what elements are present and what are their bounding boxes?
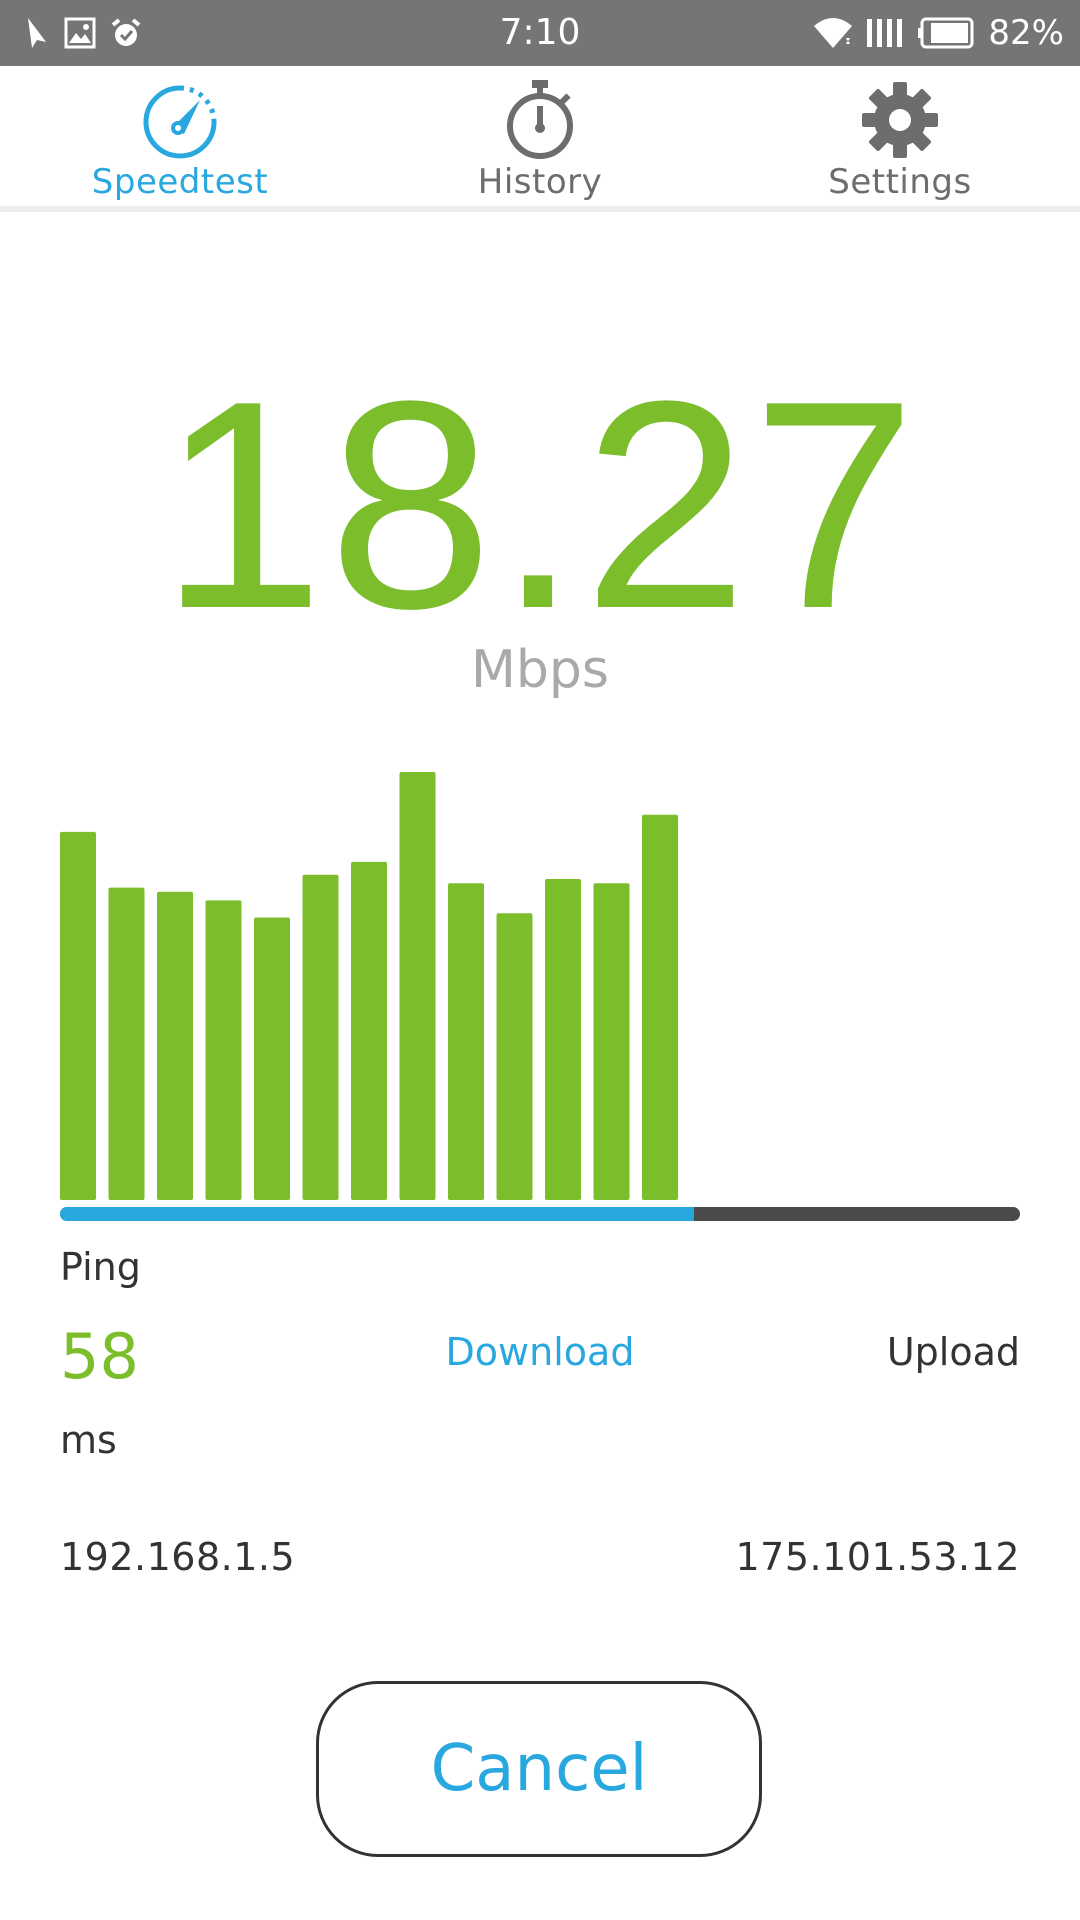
chart-bar-7	[351, 861, 387, 1200]
speed-unit: Mbps	[471, 640, 609, 700]
speed-value: 18.27	[159, 339, 921, 670]
chart-bar-6	[302, 874, 339, 1200]
tab-label-speedtest: Speedtest	[91, 162, 269, 202]
chart-bar-4	[205, 900, 242, 1200]
test-progress-fill	[60, 1207, 694, 1221]
chart-bar-11	[545, 879, 581, 1200]
speed-chart	[60, 740, 1020, 1200]
chart-bar-2	[108, 887, 145, 1200]
tab-speedtest[interactable]: Speedtest	[0, 66, 360, 206]
gear-icon	[858, 78, 942, 162]
signal-icon	[866, 17, 906, 49]
ping-label: Ping	[60, 1245, 141, 1289]
chart-bar-5	[254, 917, 290, 1200]
tab-bar: Speedtest History Settings	[0, 66, 1080, 212]
local-ip: 192.168.1.5	[60, 1535, 296, 1579]
tab-settings[interactable]: Settings	[720, 66, 1080, 206]
upload-label: Upload	[886, 1330, 1020, 1374]
battery-icon	[918, 17, 976, 49]
speedtest-screen: 7:10 82% Speedtest History Settings 18.2…	[0, 0, 1080, 1920]
tab-history[interactable]: History	[360, 66, 720, 206]
wifi-icon	[812, 16, 854, 50]
chart-bar-3	[157, 891, 193, 1200]
tab-label-history: History	[477, 162, 603, 202]
server-ip: 175.101.53.12	[735, 1535, 1020, 1579]
chart-bar-9	[448, 883, 484, 1200]
chart-bar-8	[399, 772, 436, 1200]
chart-bar-1	[60, 831, 96, 1200]
chart-bar-13	[642, 814, 678, 1200]
speedometer-icon	[138, 78, 222, 162]
chart-bar-12	[593, 883, 630, 1200]
tab-label-settings: Settings	[828, 162, 972, 202]
speed-chart-svg	[60, 772, 678, 1200]
battery-percent: 82%	[988, 13, 1064, 53]
test-progress-track	[60, 1207, 1020, 1221]
stopwatch-icon	[502, 78, 578, 162]
cancel-button[interactable]: Cancel	[316, 1681, 762, 1857]
status-right-icons: 82%	[812, 0, 1064, 66]
ping-unit: ms	[60, 1418, 117, 1462]
chart-bar-10	[496, 913, 533, 1200]
status-bar: 7:10 82%	[0, 0, 1080, 66]
